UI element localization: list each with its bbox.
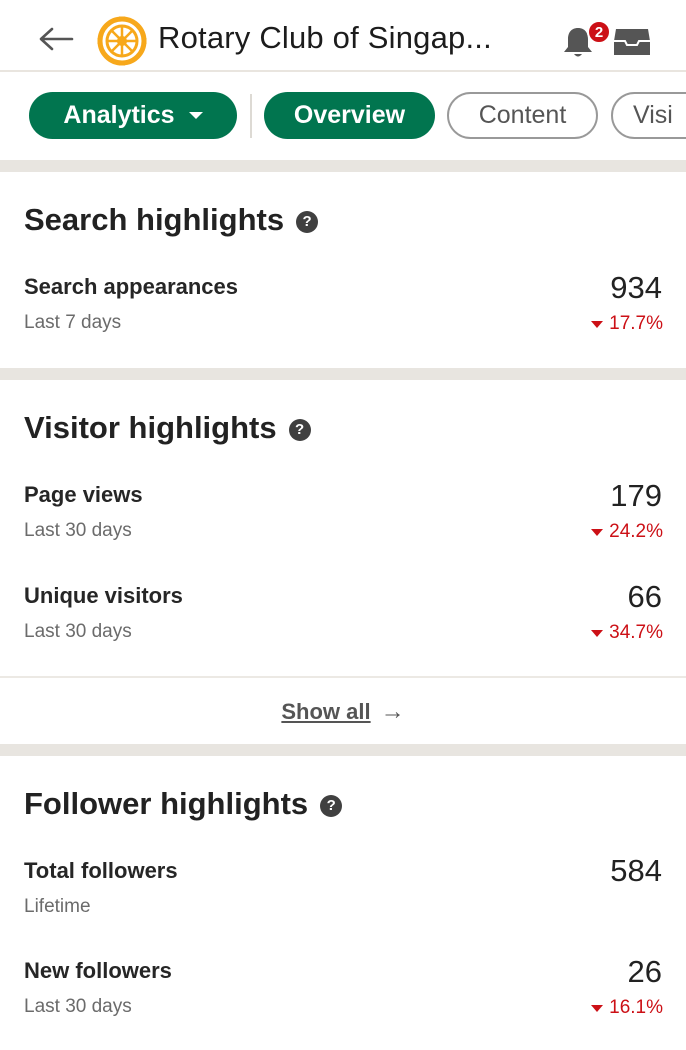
show-all-label: Show all [281,699,371,724]
follower-highlights-heading: Follower highlights? [24,786,343,822]
top-bar: Rotary Club of Singap... 2 [0,0,686,72]
metric-label: Search appearances [24,274,239,299]
tab-divider [250,94,252,138]
search-highlights-heading: Search highlights? [24,202,319,238]
inbox-icon[interactable] [612,25,652,57]
back-arrow-icon [39,27,74,51]
analytics-tabs: Analytics Overview Content Visi [0,74,686,160]
metric-value: 26 [627,954,662,989]
metric-period: Lifetime [24,896,91,917]
metric-period: Last 30 days [24,996,132,1017]
visitor-highlights-heading: Visitor highlights? [24,410,311,446]
metric-change-value: 17.7% [609,313,663,334]
metric-label: Page views [24,482,143,507]
back-button[interactable] [36,22,76,56]
page-title[interactable]: Rotary Club of Singap... [158,20,492,56]
metric-value: 584 [610,853,662,888]
show-all-link[interactable]: Show all → [0,694,686,730]
arrow-right-icon: → [380,698,405,725]
metric-change: 16.1% [591,997,663,1019]
divider [0,676,686,678]
search-highlights-title: Search highlights [24,202,285,237]
help-icon[interactable]: ? [288,418,311,441]
metric-change: 17.7% [591,313,663,335]
metric-period: Last 30 days [24,520,132,541]
section-divider [0,744,686,756]
caret-down-icon [188,112,203,119]
metric-label: New followers [24,958,172,983]
tab-visitors[interactable]: Visi [611,92,686,139]
metric-period: Last 7 days [24,312,122,333]
caret-down-icon [591,320,604,328]
metric-change-value: 24.2% [609,521,663,542]
section-divider [0,160,686,172]
follower-highlights-title: Follower highlights [24,786,309,821]
metric-label: Total followers [24,858,178,883]
tab-overview[interactable]: Overview [264,92,435,139]
rotary-logo [97,16,147,66]
visitor-highlights-title: Visitor highlights [24,410,277,445]
caret-down-icon [591,1004,604,1012]
tab-analytics-dropdown[interactable]: Analytics [29,92,237,139]
metric-label: Unique visitors [24,583,183,608]
notification-badge: 2 [587,20,611,44]
metric-change: 24.2% [591,521,663,543]
metric-change: 34.7% [591,622,663,644]
metric-change-value: 16.1% [609,997,663,1018]
tab-analytics-label: Analytics [63,101,175,129]
section-divider [0,368,686,380]
caret-down-icon [591,528,604,536]
help-icon[interactable]: ? [320,794,343,817]
tab-content[interactable]: Content [447,92,598,139]
help-icon[interactable]: ? [296,210,319,233]
metric-period: Last 30 days [24,621,132,642]
caret-down-icon [591,629,604,637]
metric-value: 179 [610,478,662,513]
metric-value: 66 [627,579,662,614]
metric-change-value: 34.7% [609,622,663,643]
metric-value: 934 [610,270,662,305]
